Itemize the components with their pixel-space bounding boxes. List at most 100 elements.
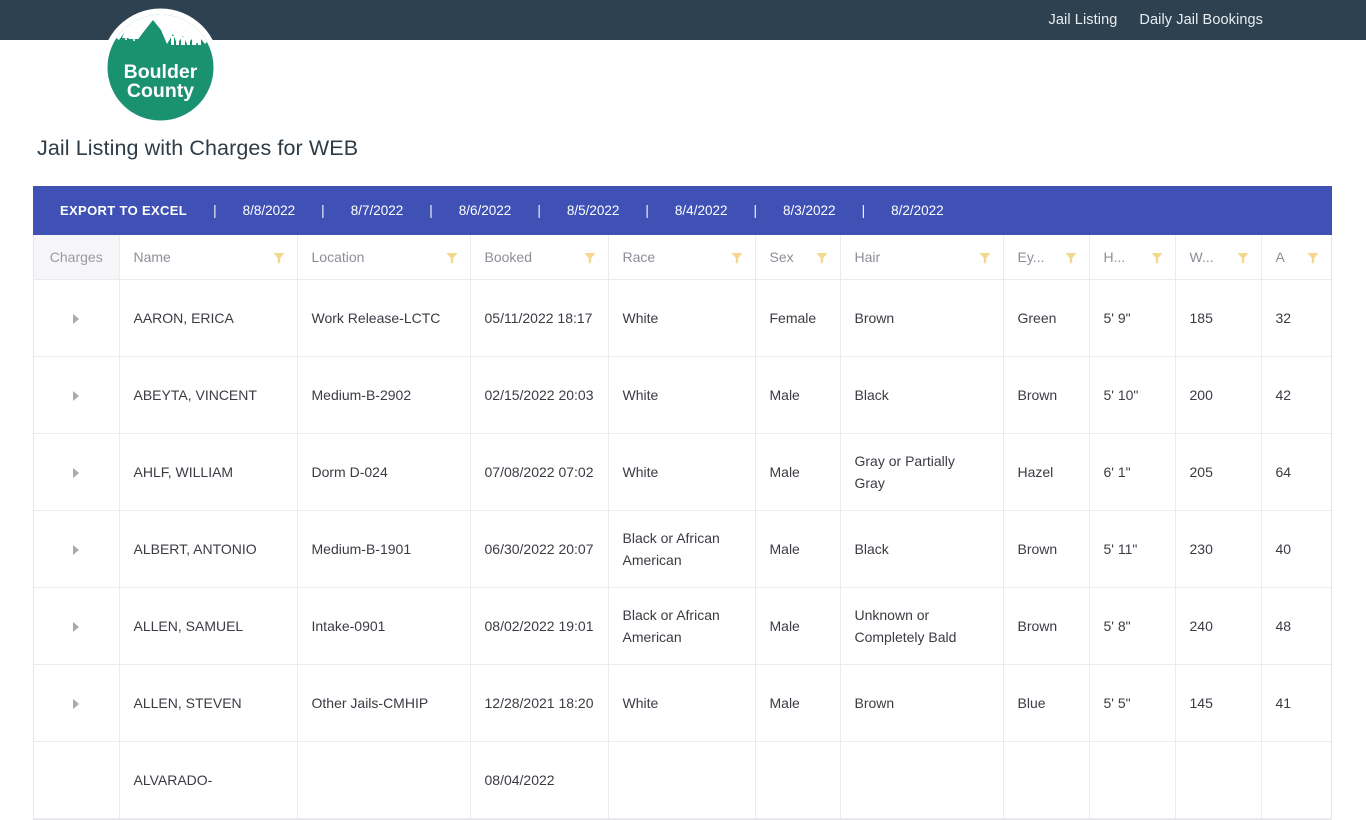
cell-hair (840, 741, 1004, 819)
column-header-location[interactable]: Location (297, 235, 471, 280)
column-header-age[interactable]: A (1261, 235, 1331, 280)
column-header-weight-label: W... (1189, 248, 1214, 265)
filter-funnel-icon[interactable] (816, 251, 828, 264)
filter-funnel-icon[interactable] (1237, 251, 1249, 264)
expand-row-triangle-icon[interactable] (73, 544, 80, 555)
cell-age: 40 (1261, 510, 1331, 588)
cell-hair: Black (840, 510, 1004, 588)
cell-age: 48 (1261, 587, 1331, 665)
cell-sex: Female (755, 279, 841, 357)
expand-row-triangle-icon[interactable] (73, 621, 80, 632)
row-expander-cell[interactable] (34, 433, 120, 511)
column-header-eyes[interactable]: Ey... (1003, 235, 1090, 280)
column-header-eyes-label: Ey... (1017, 248, 1045, 265)
filter-funnel-icon[interactable] (584, 251, 596, 264)
date-link-8-8-2022[interactable]: 8/8/2022 (243, 203, 296, 218)
filter-funnel-icon[interactable] (731, 251, 743, 264)
cell-sex: Male (755, 356, 841, 434)
cell-sex: Male (755, 587, 841, 665)
cell-weight: 230 (1175, 510, 1262, 588)
cell-age (1261, 741, 1331, 819)
nav-daily-jail-bookings[interactable]: Daily Jail Bookings (1139, 12, 1263, 28)
cell-name: ALVARADO- (119, 741, 298, 819)
column-header-charges[interactable]: Charges (34, 235, 120, 280)
column-header-race-label: Race (622, 248, 656, 265)
cell-weight: 205 (1175, 433, 1262, 511)
cell-sex: Male (755, 510, 841, 588)
cell-age: 41 (1261, 664, 1331, 742)
cell-booked: 12/28/2021 18:20 (470, 664, 609, 742)
cell-booked: 08/02/2022 19:01 (470, 587, 609, 665)
column-header-name[interactable]: Name (119, 235, 298, 280)
cell-eyes: Hazel (1003, 433, 1090, 511)
cell-race: White (608, 279, 756, 357)
cell-race: White (608, 356, 756, 434)
table-row[interactable]: AARON, ERICA Work Release-LCTC 05/11/202… (34, 279, 1331, 357)
toolbar-separator: | (753, 203, 757, 218)
cell-height: 5' 9" (1089, 279, 1176, 357)
cell-age: 42 (1261, 356, 1331, 434)
row-expander-cell[interactable] (34, 356, 120, 434)
filter-funnel-icon[interactable] (979, 251, 991, 264)
date-link-8-7-2022[interactable]: 8/7/2022 (351, 203, 404, 218)
cell-booked: 02/15/2022 20:03 (470, 356, 609, 434)
row-expander-cell[interactable] (34, 510, 120, 588)
table-row[interactable]: ALLEN, STEVEN Other Jails-CMHIP 12/28/20… (34, 664, 1331, 742)
date-link-8-4-2022[interactable]: 8/4/2022 (675, 203, 728, 218)
row-expander-cell[interactable] (34, 741, 120, 819)
date-link-8-2-2022[interactable]: 8/2/2022 (891, 203, 944, 218)
cell-booked: 06/30/2022 20:07 (470, 510, 609, 588)
date-link-8-3-2022[interactable]: 8/3/2022 (783, 203, 836, 218)
expand-row-triangle-icon[interactable] (73, 313, 80, 324)
boulder-county-logo[interactable]: Boulder County (101, 8, 220, 127)
cell-name: AARON, ERICA (119, 279, 298, 357)
expand-row-triangle-icon[interactable] (73, 390, 80, 401)
cell-weight: 200 (1175, 356, 1262, 434)
cell-race: White (608, 433, 756, 511)
column-header-weight[interactable]: W... (1175, 235, 1262, 280)
cell-height: 5' 11" (1089, 510, 1176, 588)
column-header-booked[interactable]: Booked (470, 235, 609, 280)
toolbar-separator: | (213, 203, 217, 218)
cell-height (1089, 741, 1176, 819)
table-row[interactable]: ALBERT, ANTONIO Medium-B-1901 06/30/2022… (34, 510, 1331, 588)
cell-height: 6' 1" (1089, 433, 1176, 511)
cell-hair: Brown (840, 279, 1004, 357)
column-header-sex[interactable]: Sex (755, 235, 841, 280)
cell-race: White (608, 664, 756, 742)
cell-age: 32 (1261, 279, 1331, 357)
column-header-hair[interactable]: Hair (840, 235, 1004, 280)
filter-funnel-icon[interactable] (1065, 251, 1077, 264)
column-header-hair-label: Hair (854, 248, 881, 265)
cell-name: AHLF, WILLIAM (119, 433, 298, 511)
filter-funnel-icon[interactable] (1307, 251, 1319, 264)
column-header-height[interactable]: H... (1089, 235, 1176, 280)
toolbar-separator: | (645, 203, 649, 218)
row-expander-cell[interactable] (34, 587, 120, 665)
column-header-race[interactable]: Race (608, 235, 756, 280)
cell-location: Other Jails-CMHIP (297, 664, 471, 742)
expand-row-triangle-icon[interactable] (73, 698, 80, 709)
export-to-excel-link[interactable]: EXPORT TO EXCEL (60, 203, 187, 218)
expand-row-triangle-icon[interactable] (73, 467, 80, 478)
date-link-8-6-2022[interactable]: 8/6/2022 (459, 203, 512, 218)
table-row[interactable]: ALLEN, SAMUEL Intake-0901 08/02/2022 19:… (34, 587, 1331, 665)
cell-eyes: Brown (1003, 356, 1090, 434)
column-header-sex-label: Sex (769, 248, 794, 265)
filter-funnel-icon[interactable] (446, 251, 458, 264)
nav-jail-listing[interactable]: Jail Listing (1049, 12, 1118, 28)
column-header-height-label: H... (1103, 248, 1126, 265)
table-row[interactable]: ALVARADO- 08/04/2022 (34, 741, 1331, 819)
table-row[interactable]: ABEYTA, VINCENT Medium-B-2902 02/15/2022… (34, 356, 1331, 434)
cell-location: Work Release-LCTC (297, 279, 471, 357)
filter-funnel-icon[interactable] (1151, 251, 1163, 264)
toolbar-separator: | (429, 203, 433, 218)
date-link-8-5-2022[interactable]: 8/5/2022 (567, 203, 620, 218)
row-expander-cell[interactable] (34, 279, 120, 357)
filter-funnel-icon[interactable] (273, 251, 285, 264)
cell-race: Black or African American (608, 510, 756, 588)
table-row[interactable]: AHLF, WILLIAM Dorm D-024 07/08/2022 07:0… (34, 433, 1331, 511)
row-expander-cell[interactable] (34, 664, 120, 742)
column-header-location-label: Location (311, 248, 365, 265)
column-header-charges-label: Charges (49, 248, 103, 265)
